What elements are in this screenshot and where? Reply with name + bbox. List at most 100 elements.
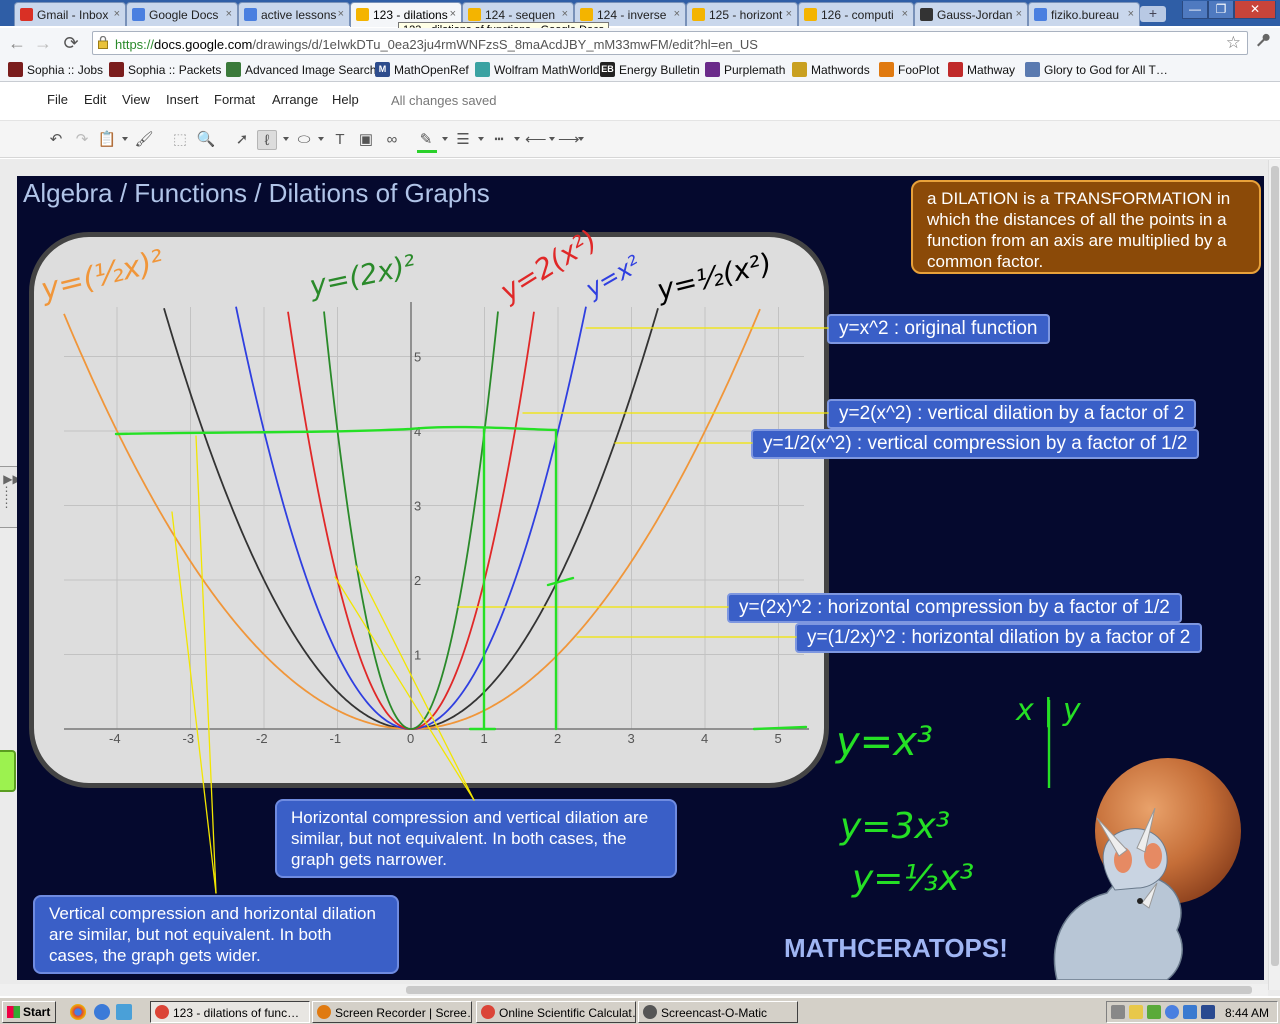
line-weight-dropdown-icon[interactable] [478,137,484,141]
drawing-slide[interactable]: Algebra / Functions / Dilations of Graph… [17,176,1264,980]
bookmark-item[interactable]: Mathway [948,62,1015,77]
tab-close-icon[interactable]: × [562,8,568,20]
line-weight-icon[interactable]: ☰ [453,130,473,150]
tab-close-icon[interactable]: × [226,8,232,20]
bookmark-item[interactable]: Purplemath [705,62,785,77]
line-tool-dropdown-icon[interactable] [283,137,289,141]
textbox-icon[interactable]: T [330,130,350,150]
bookmark-item[interactable]: Sophia :: Packets [109,62,221,77]
shape-icon[interactable]: ⬭ [294,130,314,150]
menu-help[interactable]: Help [332,92,359,107]
menu-insert[interactable]: Insert [166,92,199,107]
bookmark-item[interactable]: Sophia :: Jobs [8,62,103,77]
address-bar[interactable]: https://docs.google.com/drawings/d/1eIwk… [92,31,1248,55]
tray-icon-6[interactable] [1201,1005,1215,1019]
tray-icon-5[interactable] [1183,1005,1197,1019]
close-window-button[interactable]: ✕ [1234,1,1276,19]
zoom-fit-icon[interactable]: ⬚ [170,130,190,150]
desktop-quicklaunch-icon[interactable] [116,1004,132,1020]
browser-tab[interactable]: Google Docs × [126,2,238,26]
bookmark-item[interactable]: FooPlot [879,62,939,77]
callout-original-function[interactable]: y=x^2 : original function [827,314,1050,344]
tray-icon-2[interactable] [1129,1005,1143,1019]
taskbar-button[interactable]: Screen Recorder | Scree… [312,1001,472,1023]
back-button[interactable]: ← [6,32,28,54]
ie-quicklaunch-icon[interactable] [94,1004,110,1020]
redo-icon[interactable]: ↷ [72,130,92,150]
menu-arrange[interactable]: Arrange [272,92,318,107]
tab-close-icon[interactable]: × [450,8,456,20]
line-start-icon[interactable]: ⟵ [525,130,547,150]
maximize-button[interactable]: ❐ [1208,1,1234,19]
tab-close-icon[interactable]: × [1016,8,1022,20]
browser-tab[interactable]: Gmail - Inbox × [14,2,126,26]
paste-icon[interactable]: 📋 [97,130,117,150]
callout-horizontal-compression[interactable]: y=(2x)^2 : horizontal compression by a f… [727,593,1182,623]
undo-icon[interactable]: ↶ [46,130,66,150]
browser-tab[interactable]: active lessons × [238,2,350,26]
tab-close-icon[interactable]: × [338,8,344,20]
select-icon[interactable]: ➚ [232,130,252,150]
horizontal-scrollbar[interactable] [0,984,1268,996]
vertical-scrollbar[interactable] [1268,160,1280,990]
wrench-menu-icon[interactable] [1254,32,1270,53]
bookmark-item[interactable]: Glory to God for All T… [1025,62,1168,77]
graph-panel[interactable]: -4 -3 -2 -1 0 1 2 3 4 5 1 2 3 4 5 [29,232,829,788]
vertical-scroll-thumb[interactable] [1271,166,1279,966]
tab-close-icon[interactable]: × [1128,8,1134,20]
chrome-quicklaunch-icon[interactable] [70,1004,86,1020]
taskbar-button[interactable]: Screencast-O-Matic [638,1001,798,1023]
tray-icon-1[interactable] [1111,1005,1125,1019]
tab-close-icon[interactable]: × [786,8,792,20]
taskbar-button[interactable]: Online Scientific Calculat… [476,1001,636,1023]
taskbar-button[interactable]: 123 - dilations of func… [150,1001,310,1023]
taskbar-app-icon [317,1005,331,1019]
callout-vertical-dilation[interactable]: y=2(x^2) : vertical dilation by a factor… [827,399,1197,429]
line-end-icon[interactable]: ⟶ [558,130,580,150]
browser-tab[interactable]: 126 - computi × [798,2,914,26]
browser-tab[interactable]: Gauss-Jordan × [914,2,1028,26]
bookmark-item[interactable]: Advanced Image Search [226,62,376,77]
new-tab-button[interactable]: + [1140,6,1166,22]
bookmark-item[interactable]: Wolfram MathWorld [475,62,600,77]
callout-vertical-compression[interactable]: y=1/2(x^2) : vertical compression by a f… [751,429,1200,459]
bookmark-star-icon[interactable]: ☆ [1226,33,1241,53]
line-start-dropdown-icon[interactable] [549,137,555,141]
browser-tab[interactable]: 125 - horizont × [686,2,798,26]
line-dash-dropdown-icon[interactable] [514,137,520,141]
horizontal-scroll-thumb[interactable] [406,986,1252,994]
line-tool-icon[interactable]: ℓ [257,130,277,150]
note-narrower[interactable]: Horizontal compression and vertical dila… [275,799,677,878]
menu-file[interactable]: File [47,92,68,107]
tab-close-icon[interactable]: × [902,8,908,20]
link-icon[interactable]: ∞ [382,130,402,150]
menu-format[interactable]: Format [214,92,255,107]
tab-close-icon[interactable]: × [674,8,680,20]
browser-tab[interactable]: fiziko.bureau × [1028,2,1140,26]
side-green-handle[interactable] [0,750,16,792]
callout-horizontal-dilation[interactable]: y=(1/2x)^2 : horizontal dilation by a fa… [795,623,1203,653]
image-icon[interactable]: ▣ [356,130,376,150]
tab-close-icon[interactable]: × [114,8,120,20]
line-dash-icon[interactable]: ┅ [489,130,509,150]
bookmark-item[interactable]: M MathOpenRef [375,62,469,77]
tray-icon-3[interactable] [1147,1005,1161,1019]
bookmark-item[interactable]: Mathwords [792,62,870,77]
start-button[interactable]: Start [2,1001,56,1023]
menu-edit[interactable]: Edit [84,92,106,107]
shape-dropdown-icon[interactable] [318,137,324,141]
paint-format-icon[interactable]: 🖌 [134,130,154,150]
definition-box[interactable]: a DILATION is a TRANSFORMATION in which … [911,180,1261,274]
menu-view[interactable]: View [122,92,150,107]
minimize-button[interactable]: — [1182,1,1208,19]
note-wider[interactable]: Vertical compression and horizontal dila… [33,895,399,974]
paste-dropdown-icon[interactable] [122,137,128,141]
line-color-dropdown-icon[interactable] [442,137,448,141]
zoom-icon[interactable]: 🔍 [196,130,216,150]
bookmark-item[interactable]: EB Energy Bulletin [600,62,700,77]
tray-icon-4[interactable] [1165,1005,1179,1019]
reload-button[interactable]: ⟳ [60,32,82,54]
forward-button[interactable]: → [32,32,54,54]
line-end-dropdown-icon[interactable] [578,137,584,141]
line-color-icon[interactable]: ✎ [416,130,437,153]
